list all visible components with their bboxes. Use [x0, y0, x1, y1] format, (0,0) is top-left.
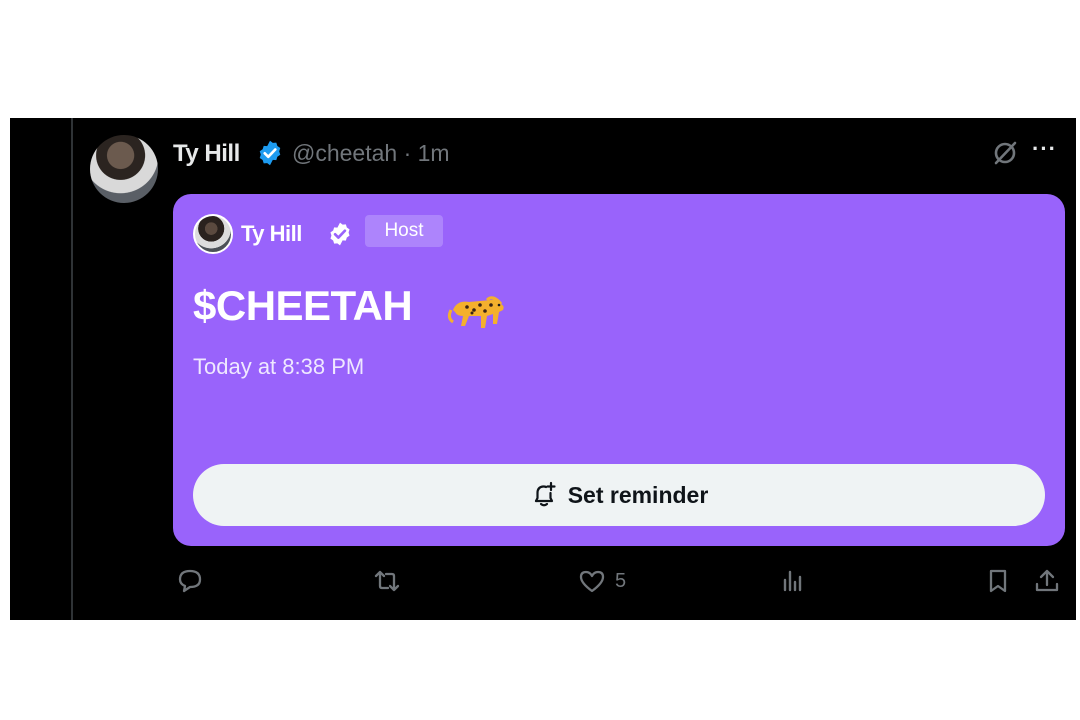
- views-icon: [783, 570, 802, 592]
- host-name: Ty Hill: [241, 221, 302, 246]
- thread-line: [71, 118, 73, 620]
- share-button[interactable]: [1032, 566, 1062, 596]
- reply-button[interactable]: [175, 566, 205, 596]
- host-verified-icon: [330, 222, 350, 246]
- bell-plus-icon: [534, 481, 556, 507]
- space-time: Today at 8:38 PM: [193, 354, 365, 379]
- repost-icon: [374, 570, 400, 592]
- host-avatar: [193, 214, 233, 254]
- set-reminder-label: Set reminder: [567, 481, 709, 508]
- more-options-icon[interactable]: ···: [1032, 136, 1057, 162]
- reply-icon: [178, 569, 202, 593]
- author-name[interactable]: Ty Hill: [173, 140, 240, 168]
- set-reminder-button[interactable]: Set reminder: [193, 464, 1045, 526]
- post-panel: Ty Hill @cheetah · 1m ··· Ty Hill Host $…: [10, 118, 1076, 620]
- host-badge: Host: [365, 215, 443, 247]
- action-bar: 5: [10, 566, 1076, 606]
- bookmark-icon: [989, 569, 1007, 593]
- verified-badge-icon: [259, 140, 281, 166]
- views-button[interactable]: [778, 566, 808, 596]
- repost-button[interactable]: [372, 566, 402, 596]
- grok-icon[interactable]: [990, 138, 1020, 168]
- cheetah-emoji-icon: [447, 296, 504, 328]
- share-icon: [1035, 569, 1059, 592]
- like-button[interactable]: 5: [577, 566, 626, 596]
- bookmark-button[interactable]: [983, 566, 1013, 596]
- space-title: $CHEETAH: [193, 282, 413, 329]
- space-card[interactable]: Ty Hill Host $CHEETAH Today at 8:38 PM S…: [173, 194, 1065, 546]
- handle-and-time[interactable]: @cheetah · 1m: [292, 140, 450, 167]
- author-avatar[interactable]: [90, 135, 158, 203]
- like-count: 5: [615, 569, 627, 592]
- heart-icon: [579, 570, 605, 593]
